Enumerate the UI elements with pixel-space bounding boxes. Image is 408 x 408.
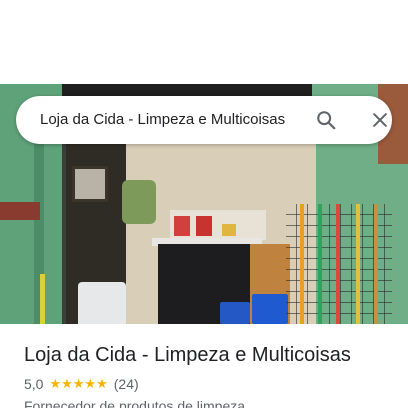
photo-bucket bbox=[252, 294, 288, 324]
search-button[interactable] bbox=[310, 104, 342, 136]
photo-broom-stick bbox=[318, 204, 322, 324]
place-category: Fornecedor de produtos de limpeza bbox=[24, 398, 246, 408]
rating-row[interactable]: 5,0 ★★★★★ (24) bbox=[24, 376, 139, 392]
photo-broom-head bbox=[0, 202, 40, 220]
photo-broom-stick bbox=[356, 204, 360, 324]
photo-product bbox=[174, 216, 190, 236]
photo-product bbox=[196, 216, 212, 236]
photo-bucket bbox=[220, 302, 250, 324]
close-icon bbox=[373, 113, 387, 127]
place-title: Loja da Cida - Limpeza e Multicoisas bbox=[24, 344, 351, 366]
photo-stool bbox=[78, 282, 126, 324]
photo-window bbox=[72, 166, 108, 202]
photo-broom-handle bbox=[40, 274, 45, 324]
top-blank-area bbox=[0, 0, 408, 84]
close-button[interactable] bbox=[364, 104, 396, 136]
search-bar[interactable]: Loja da Cida - Limpeza e Multicoisas bbox=[16, 96, 392, 144]
photo-broom-stick bbox=[336, 204, 340, 324]
rating-value: 5,0 bbox=[24, 376, 44, 392]
photo-product bbox=[222, 224, 236, 236]
photo-broom-stick bbox=[300, 204, 304, 324]
place-info-panel: Loja da Cida - Limpeza e Multicoisas 5,0… bbox=[0, 324, 408, 408]
search-input[interactable]: Loja da Cida - Limpeza e Multicoisas bbox=[40, 96, 302, 144]
star-rating-icon: ★★★★★ bbox=[49, 376, 108, 392]
photo-broom-stick bbox=[374, 204, 378, 324]
review-count[interactable]: (24) bbox=[114, 376, 139, 392]
photo-greenery bbox=[122, 180, 156, 224]
search-icon bbox=[317, 111, 336, 130]
